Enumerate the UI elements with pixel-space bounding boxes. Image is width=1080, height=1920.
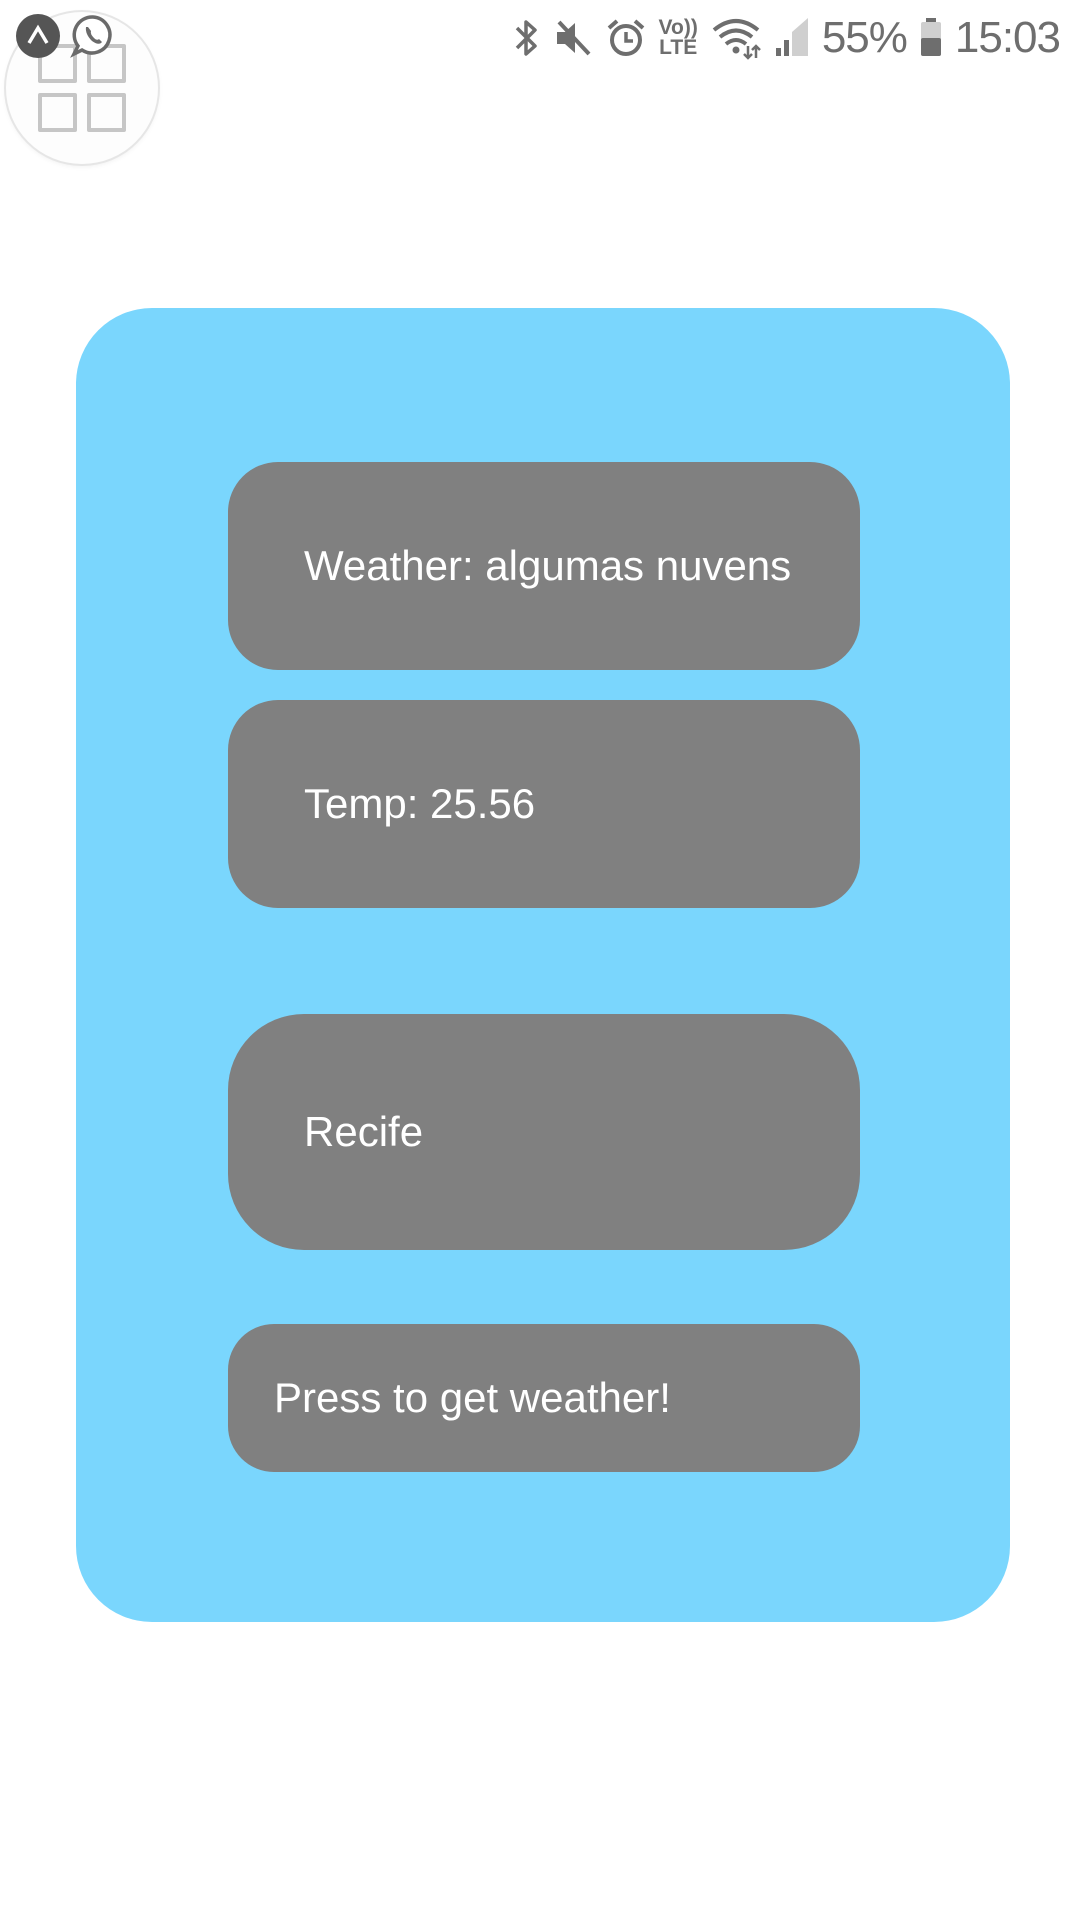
app-badge-icon <box>16 14 60 58</box>
status-icons: Vo)) LTE 55% 15:03 <box>511 8 1061 68</box>
whatsapp-icon <box>70 12 116 58</box>
get-weather-button[interactable]: Press to get weather! <box>228 1324 860 1472</box>
bluetooth-icon <box>511 16 541 60</box>
weather-description-panel: Weather: algumas nuvens <box>228 462 860 670</box>
temperature-panel: Temp: 25.56 <box>228 700 860 908</box>
status-time: 15:03 <box>954 13 1061 62</box>
weather-card: Weather: algumas nuvens Temp: 25.56 Reci… <box>76 308 1010 1622</box>
volte-icon: Vo)) LTE <box>658 16 698 59</box>
battery-percent: 55% <box>821 13 908 62</box>
alarm-icon <box>605 16 647 60</box>
get-weather-button-label: Press to get weather! <box>274 1374 671 1421</box>
status-bar: Vo)) LTE 55% 15:03 <box>0 0 1080 76</box>
signal-icon <box>774 16 810 60</box>
city-name: Recife <box>304 1108 424 1155</box>
battery-icon <box>919 16 943 60</box>
volte-top-label: Vo)) <box>658 16 698 39</box>
mute-icon <box>553 16 593 60</box>
app-screen: Vo)) LTE 55% 15:03 Weather: algumas nuve… <box>0 0 1080 1920</box>
city-panel: Recife <box>228 1014 860 1250</box>
wifi-icon <box>710 16 762 60</box>
weather-description: Weather: algumas nuvens <box>304 542 792 589</box>
volte-bottom-label: LTE <box>659 36 698 59</box>
temperature-value: Temp: 25.56 <box>304 780 536 827</box>
